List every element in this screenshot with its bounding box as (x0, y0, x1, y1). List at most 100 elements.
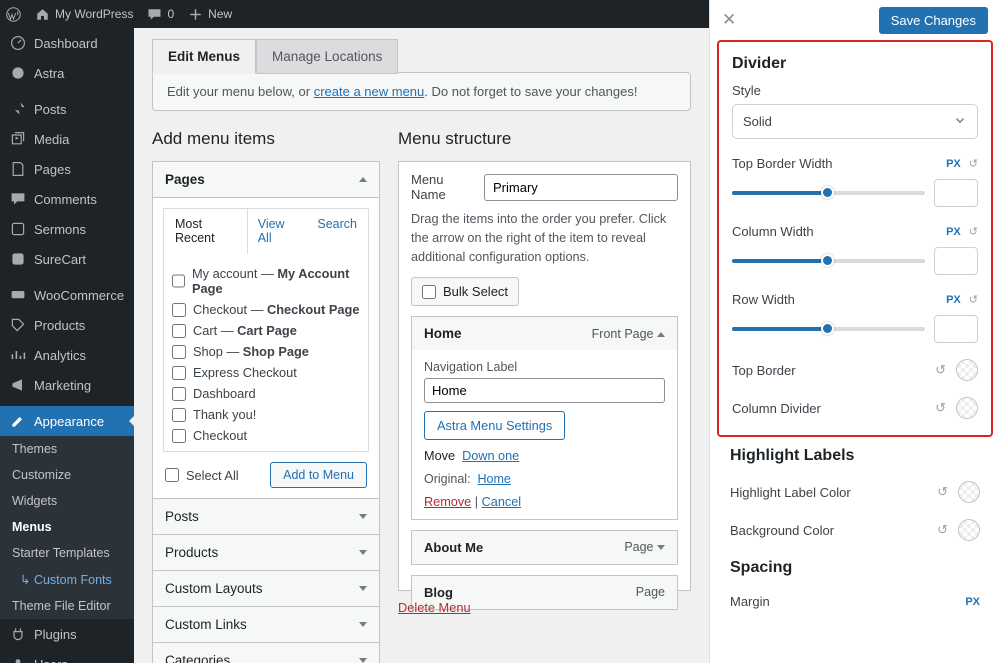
astra-menu-settings-button[interactable]: Astra Menu Settings (424, 411, 565, 440)
comments-link[interactable]: 0 (147, 7, 174, 22)
sidebar-item-pages[interactable]: Pages (0, 154, 134, 184)
caret-up-icon (359, 177, 367, 182)
unit-px[interactable]: PX (965, 596, 980, 608)
page-checkbox-row[interactable]: Checkout (172, 425, 360, 446)
sidebar-item-marketing[interactable]: Marketing (0, 370, 134, 400)
page-checkbox-row[interactable]: Checkout — Checkout Page (172, 299, 360, 320)
wp-logo[interactable] (6, 7, 21, 22)
caret-down-icon (657, 545, 665, 550)
menu-name-input[interactable] (484, 174, 678, 201)
submenu-fonts[interactable]: ↳ Custom Fonts (0, 566, 134, 593)
subnav-recent[interactable]: Most Recent (163, 208, 248, 254)
add-items-heading: Add menu items (152, 129, 380, 149)
reset-icon[interactable]: ↺ (937, 522, 948, 538)
unit-px[interactable]: PX (946, 294, 961, 306)
plus-icon (188, 7, 203, 22)
top-border-width-input[interactable] (934, 179, 978, 207)
top-border-width-slider[interactable] (732, 191, 925, 195)
acc-pages-head[interactable]: Pages (153, 162, 379, 197)
page-checkbox-row[interactable]: Cart — Cart Page (172, 320, 360, 341)
sidebar-item-sermons[interactable]: Sermons (0, 214, 134, 244)
woo-icon (10, 287, 26, 303)
style-label: Style (732, 83, 978, 98)
sidebar-item-comments[interactable]: Comments (0, 184, 134, 214)
close-icon[interactable]: ✕ (722, 10, 736, 30)
move-down-one[interactable]: Down one (462, 449, 519, 463)
sidebar-item-users[interactable]: Users (0, 649, 134, 663)
bulk-select[interactable]: Bulk Select (411, 277, 519, 306)
acc-products[interactable]: Products (153, 535, 379, 570)
acc-custom-layouts[interactable]: Custom Layouts (153, 571, 379, 606)
reset-icon[interactable]: ↺ (935, 362, 946, 378)
delete-menu-link[interactable]: Delete Menu (398, 600, 471, 615)
nav-label-input[interactable] (424, 378, 665, 403)
cancel-item-link[interactable]: Cancel (482, 495, 522, 509)
column-width-input[interactable] (934, 247, 978, 275)
page-checkbox-row[interactable]: Thank you! (172, 404, 360, 425)
pages-list: My account — My Account PageCheckout — C… (163, 253, 369, 452)
submenu-starter[interactable]: Starter Templates (0, 540, 134, 566)
submenu-widgets[interactable]: Widgets (0, 488, 134, 514)
sidebar-item-products[interactable]: Products (0, 310, 134, 340)
add-to-menu-button[interactable]: Add to Menu (270, 462, 367, 488)
style-select[interactable]: Solid (732, 104, 978, 139)
row-width-input[interactable] (934, 315, 978, 343)
page-checkbox-row[interactable]: Shop — Shop Page (172, 341, 360, 362)
subnav-search[interactable]: Search (306, 209, 368, 253)
column-divider-color-swatch[interactable] (956, 397, 978, 419)
background-color-swatch[interactable] (958, 519, 980, 541)
page-checkbox-row[interactable]: Express Checkout (172, 362, 360, 383)
sidebar-item-astra[interactable]: Astra (0, 58, 134, 88)
tab-edit-menus[interactable]: Edit Menus (152, 39, 256, 74)
select-all[interactable]: Select All (165, 465, 239, 486)
site-name-text: My WordPress (55, 7, 133, 21)
original-link[interactable]: Home (478, 472, 511, 486)
sidebar-item-media[interactable]: Media (0, 124, 134, 154)
reset-icon[interactable]: ↺ (969, 225, 978, 238)
menu-item-about[interactable]: About Me Page (411, 530, 678, 565)
acc-posts[interactable]: Posts (153, 499, 379, 534)
sidebar-item-analytics[interactable]: Analytics (0, 340, 134, 370)
background-color-row: Background Color ↺ (730, 519, 980, 541)
column-width-slider[interactable] (732, 259, 925, 263)
menu-item-home: Home Front Page Navigation Label Astra M… (411, 316, 678, 520)
page-checkbox-row[interactable]: My account — My Account Page (172, 263, 360, 299)
acc-categories[interactable]: Categories (153, 643, 379, 663)
row-width-slider[interactable] (732, 327, 925, 331)
menu-structure-heading: Menu structure (398, 129, 691, 149)
submenu-menus[interactable]: Menus (0, 514, 134, 540)
remove-item-link[interactable]: Remove (424, 495, 471, 509)
top-border-color-swatch[interactable] (956, 359, 978, 381)
sidebar-item-appearance[interactable]: Appearance (0, 406, 134, 436)
submenu-themes[interactable]: Themes (0, 436, 134, 462)
nav-label-label: Navigation Label (424, 360, 665, 374)
sidebar-item-woocommerce[interactable]: WooCommerce (0, 280, 134, 310)
reset-icon[interactable]: ↺ (969, 293, 978, 306)
submenu-theme-file-editor[interactable]: Theme File Editor (0, 593, 134, 619)
unit-px[interactable]: PX (946, 158, 961, 170)
sidebar-item-surecart[interactable]: SureCart (0, 244, 134, 274)
create-new-menu-link[interactable]: create a new menu (314, 84, 425, 99)
subnav-viewall[interactable]: View All (247, 209, 307, 253)
site-name[interactable]: My WordPress (35, 7, 133, 22)
sidebar-item-dashboard[interactable]: Dashboard (0, 28, 134, 58)
save-changes-button[interactable]: Save Changes (879, 7, 988, 34)
dashboard-icon (10, 35, 26, 51)
highlight-label-color-swatch[interactable] (958, 481, 980, 503)
sermons-icon (10, 221, 26, 237)
unit-px[interactable]: PX (946, 226, 961, 238)
sidebar-item-posts[interactable]: Posts (0, 94, 134, 124)
tab-manage-locations[interactable]: Manage Locations (256, 39, 398, 74)
menu-item-home-head[interactable]: Home Front Page (412, 317, 677, 350)
spacing-heading: Spacing (730, 559, 980, 577)
submenu-customize[interactable]: Customize (0, 462, 134, 488)
reset-icon[interactable]: ↺ (935, 400, 946, 416)
reset-icon[interactable]: ↺ (937, 484, 948, 500)
pages-subnav: Most Recent View All Search (163, 208, 369, 253)
acc-custom-links[interactable]: Custom Links (153, 607, 379, 642)
column-width-row: Column Width PX↺ (732, 224, 978, 275)
page-checkbox-row[interactable]: Dashboard (172, 383, 360, 404)
new-link[interactable]: New (188, 7, 232, 22)
reset-icon[interactable]: ↺ (969, 157, 978, 170)
sidebar-item-plugins[interactable]: Plugins (0, 619, 134, 649)
